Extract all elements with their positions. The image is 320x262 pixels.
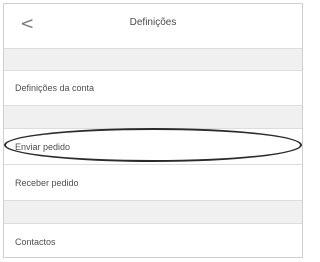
page-title: Definições <box>129 17 177 28</box>
menu-item-send-request[interactable]: Enviar pedido <box>4 128 302 165</box>
menu-item-label: Definições da conta <box>15 83 95 93</box>
menu-item-account-settings[interactable]: Definições da conta <box>4 70 302 106</box>
menu-item-receive-request[interactable]: Receber pedido <box>4 165 302 201</box>
settings-screen: < Definições Definições da conta Enviar … <box>3 3 303 258</box>
menu-item-label: Contactos <box>15 236 56 247</box>
header-bar: < Definições <box>4 4 302 49</box>
menu-item-label: Receber pedido <box>15 177 79 188</box>
menu-item-contacts[interactable]: Contactos <box>4 223 302 257</box>
menu-item-label: Enviar pedido <box>15 141 71 152</box>
